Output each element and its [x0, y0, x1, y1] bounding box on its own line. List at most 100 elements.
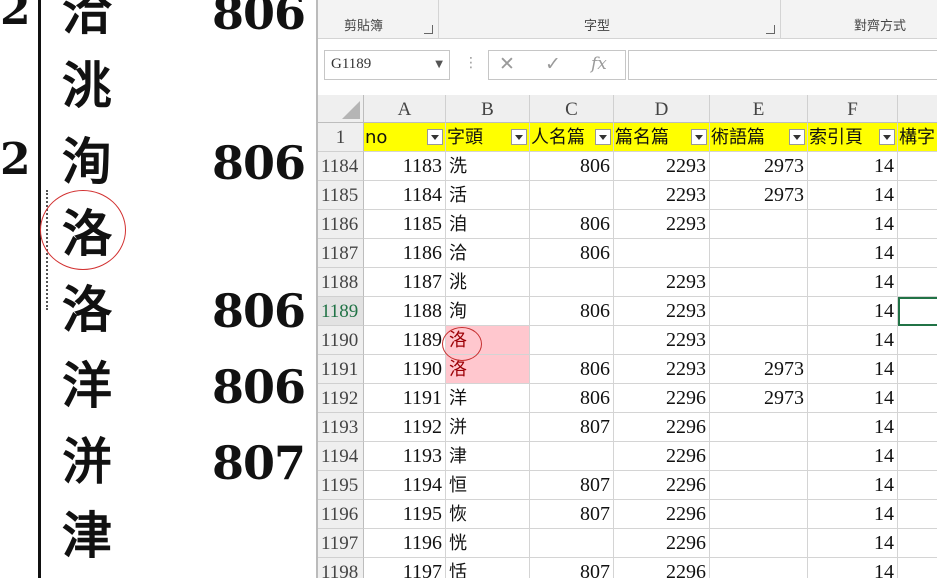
cell-f[interactable]: 14	[808, 442, 898, 471]
column-header-g[interactable]	[898, 95, 937, 123]
cell-b[interactable]: 恒	[446, 471, 530, 500]
cell-b[interactable]: 恍	[446, 529, 530, 558]
cell-e[interactable]	[710, 413, 808, 442]
filter-dropdown-icon[interactable]	[879, 129, 895, 145]
cell-a[interactable]: 1197	[364, 558, 446, 578]
cell-c[interactable]	[530, 326, 614, 355]
cell-e[interactable]: 2973	[710, 152, 808, 181]
cell-b[interactable]: 活	[446, 181, 530, 210]
cell-e[interactable]	[710, 210, 808, 239]
column-header-d[interactable]: D	[614, 95, 710, 123]
cell-c[interactable]: 807	[530, 413, 614, 442]
cell-b[interactable]: 恬	[446, 558, 530, 578]
cell-a[interactable]: 1188	[364, 297, 446, 326]
cell-e[interactable]	[710, 529, 808, 558]
header-cell[interactable]: no	[364, 123, 446, 152]
insert-function-icon[interactable]: fx	[591, 54, 607, 74]
cell-c[interactable]: 807	[530, 471, 614, 500]
cell-c[interactable]: 807	[530, 500, 614, 529]
select-all-button[interactable]	[318, 95, 364, 123]
column-header-a[interactable]: A	[364, 95, 446, 123]
cell-f[interactable]: 14	[808, 355, 898, 384]
cell-a[interactable]: 1194	[364, 471, 446, 500]
cell-e[interactable]: 2973	[710, 355, 808, 384]
cell-f[interactable]: 14	[808, 326, 898, 355]
cell-c[interactable]	[530, 442, 614, 471]
row-header[interactable]: 1193	[318, 413, 364, 442]
cell-e[interactable]	[710, 471, 808, 500]
cell-e[interactable]	[710, 558, 808, 578]
cell-g[interactable]	[898, 239, 937, 268]
cell-b[interactable]: 洽	[446, 239, 530, 268]
cell-f[interactable]: 14	[808, 471, 898, 500]
cell-f[interactable]: 14	[808, 181, 898, 210]
cell-d[interactable]: 2296	[614, 558, 710, 578]
cell-d[interactable]: 2293	[614, 268, 710, 297]
cell-g[interactable]	[898, 558, 937, 578]
cell-d[interactable]	[614, 239, 710, 268]
cell-a[interactable]: 1193	[364, 442, 446, 471]
cell-b[interactable]: 洴	[446, 413, 530, 442]
header-cell[interactable]: 構字	[898, 123, 937, 152]
cell-b[interactable]: 洵	[446, 297, 530, 326]
dialog-launcher-icon[interactable]: launch	[424, 25, 433, 34]
cell-a[interactable]: 1196	[364, 529, 446, 558]
cell-g[interactable]	[898, 326, 937, 355]
cell-d[interactable]: 2293	[614, 297, 710, 326]
cell-d[interactable]: 2293	[614, 210, 710, 239]
cell-c[interactable]: 807	[530, 558, 614, 578]
dialog-launcher-icon[interactable]: launch	[766, 25, 775, 34]
cell-b[interactable]: 恢	[446, 500, 530, 529]
cell-c[interactable]: 806	[530, 210, 614, 239]
cell-c[interactable]	[530, 181, 614, 210]
cell-f[interactable]: 14	[808, 152, 898, 181]
filter-dropdown-icon[interactable]	[789, 129, 805, 145]
cell-a[interactable]: 1184	[364, 181, 446, 210]
row-header[interactable]: 1189	[318, 297, 364, 326]
row-header[interactable]: 1184	[318, 152, 364, 181]
cell-g[interactable]	[898, 152, 937, 181]
cell-a[interactable]: 1192	[364, 413, 446, 442]
filter-dropdown-icon[interactable]	[595, 129, 611, 145]
header-cell[interactable]: 術語篇	[710, 123, 808, 152]
header-cell[interactable]: 字頭	[446, 123, 530, 152]
cell-c[interactable]: 806	[530, 239, 614, 268]
cell-d[interactable]: 2293	[614, 326, 710, 355]
cell-e[interactable]: 2973	[710, 181, 808, 210]
chevron-down-icon[interactable]: ▼	[435, 59, 443, 70]
row-header[interactable]: 1196	[318, 500, 364, 529]
cell-d[interactable]: 2296	[614, 471, 710, 500]
row-header[interactable]: 1190	[318, 326, 364, 355]
cell-e[interactable]	[710, 326, 808, 355]
row-header[interactable]: 1186	[318, 210, 364, 239]
row-header[interactable]: 1187	[318, 239, 364, 268]
cell-e[interactable]	[710, 297, 808, 326]
cell-d[interactable]: 2296	[614, 384, 710, 413]
name-box[interactable]: G1189 ▼	[324, 50, 450, 80]
active-cell[interactable]	[898, 297, 937, 326]
drag-handle-icon[interactable]: ⋮	[464, 55, 478, 71]
cell-g[interactable]	[898, 384, 937, 413]
cell-g[interactable]	[898, 210, 937, 239]
cell-c[interactable]	[530, 529, 614, 558]
cell-g[interactable]	[898, 529, 937, 558]
enter-check-icon[interactable]: ✓	[545, 53, 561, 75]
column-header-b[interactable]: B	[446, 95, 530, 123]
cell-a[interactable]: 1183	[364, 152, 446, 181]
cell-a[interactable]: 1190	[364, 355, 446, 384]
cell-b[interactable]: 津	[446, 442, 530, 471]
column-header-f[interactable]: F	[808, 95, 898, 123]
cell-f[interactable]: 14	[808, 413, 898, 442]
row-header[interactable]: 1188	[318, 268, 364, 297]
filter-dropdown-icon[interactable]	[511, 129, 527, 145]
column-header-c[interactable]: C	[530, 95, 614, 123]
cancel-icon[interactable]: ✕	[499, 53, 515, 75]
cell-c[interactable]: 806	[530, 355, 614, 384]
cell-a[interactable]: 1187	[364, 268, 446, 297]
row-header[interactable]: 1	[318, 123, 364, 152]
cell-f[interactable]: 14	[808, 500, 898, 529]
cell-c[interactable]: 806	[530, 297, 614, 326]
row-header[interactable]: 1195	[318, 471, 364, 500]
row-header[interactable]: 1192	[318, 384, 364, 413]
cell-g[interactable]	[898, 181, 937, 210]
